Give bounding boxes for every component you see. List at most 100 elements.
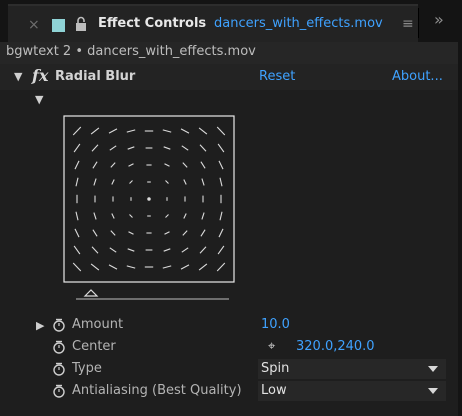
blur-mark — [92, 229, 98, 237]
blur-mark — [199, 246, 207, 254]
layer-source-label: bgwtext 2 • dancers_with_effects.mov — [6, 44, 256, 59]
antialiasing-dropdown-value: Low — [261, 383, 287, 398]
blur-mark — [93, 212, 97, 220]
type-dropdown-value: Spin — [261, 361, 290, 376]
blur-mark — [165, 214, 169, 218]
blur-mark — [108, 128, 118, 134]
blur-mark — [163, 146, 171, 150]
tab-divider — [418, 8, 419, 38]
blur-mark — [72, 262, 82, 272]
blur-mark — [91, 144, 99, 152]
blur-mark — [162, 129, 172, 133]
blur-mark — [91, 246, 99, 254]
blur-mark — [109, 247, 117, 253]
tab-title: Effect Controls — [98, 16, 207, 31]
blur-mark — [129, 180, 133, 184]
reset-button[interactable]: Reset — [259, 69, 295, 84]
blur-mark — [164, 163, 170, 167]
blur-mark — [165, 180, 169, 184]
blur-mark — [200, 229, 206, 237]
blur-mark — [181, 247, 189, 253]
stopwatch-icon[interactable] — [52, 318, 66, 332]
param-value-center[interactable]: 320.0,240.0 — [296, 339, 375, 354]
stopwatch-icon[interactable] — [52, 340, 66, 354]
blur-mark — [108, 264, 118, 270]
blur-mark — [90, 127, 100, 135]
chevron-down-icon — [428, 366, 438, 372]
effect-controls-tab[interactable]: × Effect Controls dancers_with_effects.m… — [8, 4, 418, 42]
tab-file-name[interactable]: dancers_with_effects.mov — [214, 16, 383, 31]
blur-mark — [92, 161, 98, 169]
blur-mark — [182, 162, 188, 168]
blur-mark — [74, 160, 80, 170]
panel-menu-icon[interactable]: ≡ — [402, 16, 414, 32]
layer-source-row: bgwtext 2 • dancers_with_effects.mov — [0, 42, 462, 64]
blur-mark — [201, 212, 205, 220]
about-button[interactable]: About... — [392, 69, 443, 84]
expand-triangle-icon[interactable]: ▶ — [36, 319, 44, 332]
blur-mark — [180, 264, 190, 270]
param-label-center: Center — [72, 339, 116, 354]
param-label-amount: Amount — [72, 317, 124, 332]
blur-mark — [109, 145, 117, 151]
blur-mark — [74, 228, 80, 238]
blur-mark — [90, 263, 100, 271]
blur-mark — [181, 145, 189, 151]
blur-mark — [216, 262, 226, 272]
blur-mark — [75, 177, 79, 187]
fx-icon[interactable]: fx — [32, 66, 48, 85]
param-value-amount[interactable]: 10.0 — [261, 317, 290, 332]
blur-mark — [217, 245, 225, 255]
blur-mark — [218, 228, 224, 238]
param-row-type[interactable]: Type Spin — [0, 358, 462, 380]
stopwatch-icon[interactable] — [52, 384, 66, 398]
blur-mark — [127, 248, 135, 252]
param-row-center[interactable]: Center ⌖ 320.0,240.0 — [0, 336, 462, 358]
blur-mark — [217, 143, 225, 153]
amount-slider-handle-icon[interactable] — [83, 289, 99, 297]
blur-mark — [75, 211, 79, 221]
overflow-icon[interactable]: » — [434, 10, 444, 29]
blur-mark — [129, 214, 133, 218]
blur-mark — [111, 179, 115, 185]
panel-tab-bar: × Effect Controls dancers_with_effects.m… — [0, 0, 462, 42]
blur-mark — [127, 146, 135, 150]
panel-edge — [458, 42, 462, 416]
blur-mark — [126, 129, 136, 133]
blur-mark — [182, 230, 188, 236]
param-label-type: Type — [72, 361, 102, 376]
close-icon[interactable]: × — [28, 17, 40, 33]
blur-mark — [110, 230, 116, 236]
blur-mark — [183, 213, 187, 219]
type-dropdown[interactable]: Spin — [258, 359, 446, 379]
blur-mark — [128, 163, 134, 167]
collapse-triangle-icon[interactable]: ▼ — [35, 93, 43, 106]
blur-mark — [199, 144, 207, 152]
blur-mark — [128, 231, 134, 235]
effect-name: Radial Blur — [55, 69, 136, 84]
spin-blur-marks — [72, 126, 226, 272]
blur-mark — [219, 211, 223, 221]
lock-icon[interactable] — [74, 16, 88, 32]
radial-blur-preview[interactable] — [60, 114, 240, 304]
crosshair-icon[interactable]: ⌖ — [268, 339, 275, 354]
label-color-swatch — [52, 19, 65, 32]
blur-mark — [162, 265, 172, 269]
blur-mark — [219, 177, 223, 187]
param-row-amount[interactable]: ▶ Amount 10.0 — [0, 314, 462, 336]
param-row-antialiasing[interactable]: Antialiasing (Best Quality) Low — [0, 380, 462, 402]
center-point — [147, 197, 151, 201]
blur-mark — [180, 128, 190, 134]
blur-mark — [183, 179, 187, 185]
blur-mark — [218, 160, 224, 170]
chevron-down-icon — [428, 388, 438, 394]
effect-header-row[interactable]: ▼ fx Radial Blur Reset About... — [0, 64, 462, 90]
blur-mark — [200, 161, 206, 169]
blur-mark — [126, 265, 136, 269]
collapse-triangle-icon[interactable]: ▼ — [14, 70, 22, 83]
blur-mark — [72, 126, 82, 136]
blur-mark — [93, 178, 97, 186]
antialiasing-dropdown[interactable]: Low — [258, 381, 446, 401]
blur-mark — [73, 143, 81, 153]
stopwatch-icon[interactable] — [52, 362, 66, 376]
